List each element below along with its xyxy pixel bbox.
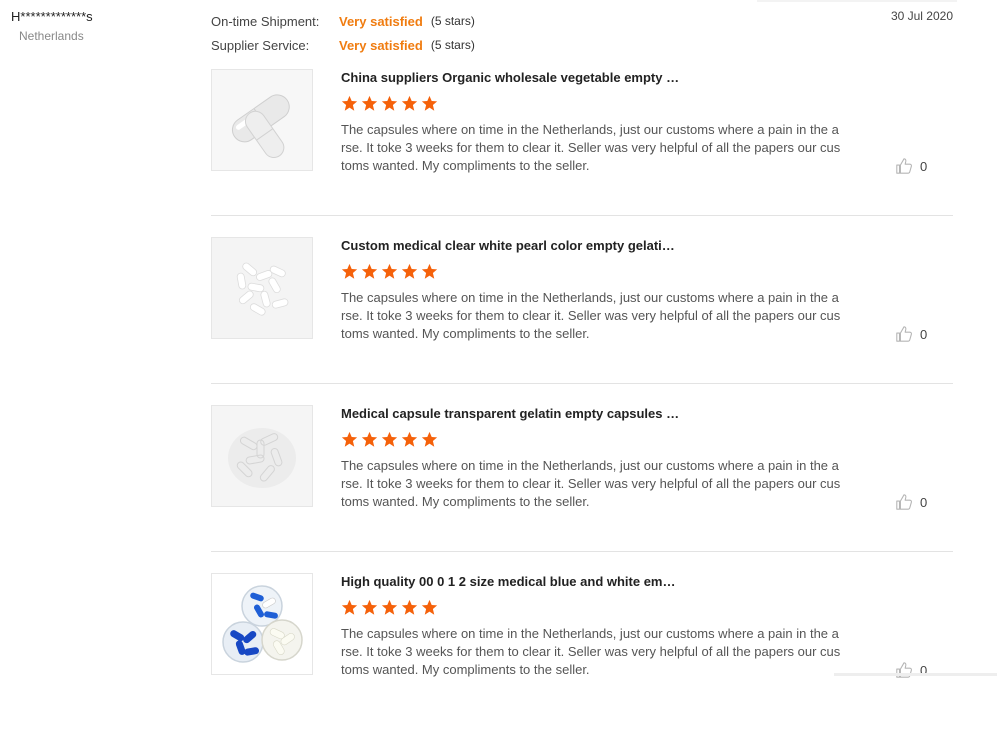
like-button[interactable]: 0	[895, 157, 927, 175]
star-icon	[341, 263, 358, 279]
review-star-rating	[341, 95, 438, 112]
star-icon	[381, 263, 398, 279]
review-star-rating	[341, 431, 438, 448]
rating-label: On-time Shipment:	[211, 13, 320, 29]
star-icon	[421, 95, 438, 111]
blue-white-capsule-dishes-image	[212, 574, 312, 674]
rating-stars-text: (5 stars)	[430, 14, 475, 28]
thumbs-up-icon	[896, 326, 912, 342]
star-icon	[361, 599, 378, 615]
review-star-rating	[341, 263, 438, 280]
top-border	[757, 0, 957, 2]
star-icon	[361, 263, 378, 279]
rating-stars-text: (5 stars)	[430, 38, 475, 52]
thumbs-up-icon	[896, 494, 912, 510]
product-title-link[interactable]: China suppliers Organic wholesale vegeta…	[341, 70, 681, 85]
star-icon	[421, 431, 438, 447]
star-icon	[381, 431, 398, 447]
review-item: High quality 00 0 1 2 size medical blue …	[211, 573, 953, 719]
thumbs-up-icon	[896, 158, 912, 174]
clear-capsules-image	[212, 70, 312, 170]
like-count: 0	[920, 158, 928, 174]
review-star-rating	[341, 599, 438, 616]
star-icon	[361, 95, 378, 111]
like-count: 0	[920, 326, 928, 342]
star-icon	[401, 599, 418, 615]
thumbs-up-icon	[896, 662, 912, 678]
star-icon	[401, 263, 418, 279]
like-count: 0	[920, 494, 928, 510]
white-capsules-image	[212, 238, 312, 338]
buyer-name: H*************s	[11, 9, 93, 24]
transparent-capsule-pile-image	[212, 406, 312, 506]
product-thumbnail[interactable]	[211, 573, 313, 675]
review-item: Medical capsule transparent gelatin empt…	[211, 405, 953, 552]
review-text: The capsules where on time in the Nether…	[341, 290, 841, 341]
product-title-link[interactable]: Medical capsule transparent gelatin empt…	[341, 406, 681, 421]
rating-row-service: Supplier Service: Very satisfied (5 star…	[211, 33, 475, 57]
product-title-link[interactable]: High quality 00 0 1 2 size medical blue …	[341, 574, 681, 589]
like-button[interactable]: 0	[895, 661, 927, 679]
like-button[interactable]: 0	[895, 325, 927, 343]
review-list: China suppliers Organic wholesale vegeta…	[211, 69, 953, 740]
rating-value: Very satisfied	[339, 13, 423, 29]
star-icon	[341, 95, 358, 111]
supplier-ratings: On-time Shipment: Very satisfied (5 star…	[211, 9, 475, 57]
product-title-link[interactable]: Custom medical clear white pearl color e…	[341, 238, 681, 253]
star-icon	[401, 95, 418, 111]
star-icon	[421, 599, 438, 615]
product-thumbnail[interactable]	[211, 405, 313, 507]
buyer-country: Netherlands	[19, 29, 84, 43]
rating-row-shipment: On-time Shipment: Very satisfied (5 star…	[211, 9, 475, 33]
review-text: The capsules where on time in the Nether…	[341, 626, 841, 677]
product-thumbnail[interactable]	[211, 237, 313, 339]
like-button[interactable]: 0	[895, 493, 927, 511]
review-text: The capsules where on time in the Nether…	[341, 122, 841, 173]
rating-value: Very satisfied	[339, 37, 423, 53]
review-item: China suppliers Organic wholesale vegeta…	[211, 69, 953, 216]
star-icon	[381, 95, 398, 111]
star-icon	[381, 599, 398, 615]
star-icon	[401, 431, 418, 447]
rating-label: Supplier Service:	[211, 37, 310, 53]
review-date: 30 Jul 2020	[890, 9, 953, 23]
review-text: The capsules where on time in the Nether…	[341, 458, 841, 509]
star-icon	[361, 431, 378, 447]
star-icon	[341, 431, 358, 447]
star-icon	[341, 599, 358, 615]
product-thumbnail[interactable]	[211, 69, 313, 171]
star-icon	[421, 263, 438, 279]
buyer-info: H*************s Netherlands	[11, 9, 93, 43]
review-item: Custom medical clear white pearl color e…	[211, 237, 953, 384]
